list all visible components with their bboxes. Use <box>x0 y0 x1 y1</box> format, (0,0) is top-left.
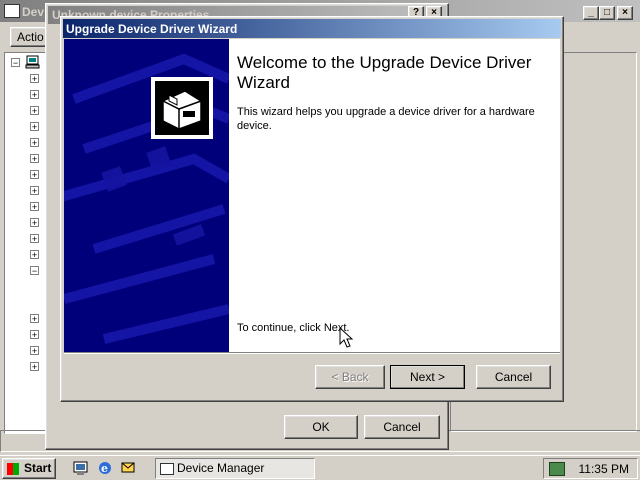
tree-expand-icon[interactable]: + <box>30 170 39 180</box>
tree-expand-icon[interactable]: + <box>30 74 39 84</box>
tree-expand-icon[interactable]: + <box>30 154 39 164</box>
driver-box-icon <box>151 77 213 139</box>
tree-expand-icon[interactable]: + <box>30 138 39 148</box>
tree-expand-icon[interactable]: + <box>30 362 39 372</box>
wizard-title: Upgrade Device Driver Wizard <box>66 22 238 36</box>
tree-expand-icon[interactable]: + <box>30 186 39 196</box>
cancel-button[interactable]: Cancel <box>364 415 440 439</box>
tree-expand-icon[interactable]: + <box>30 314 39 324</box>
tree-expand-icon[interactable]: + <box>30 218 39 228</box>
maximize-button[interactable]: □ <box>599 6 615 20</box>
mouse-cursor-icon <box>339 327 353 348</box>
windows-logo-icon <box>7 463 19 475</box>
wizard-watermark <box>64 39 229 352</box>
internet-explorer-icon[interactable]: e <box>97 460 113 476</box>
wizard-heading: Welcome to the Upgrade Device Driver Wiz… <box>237 53 532 92</box>
tree-expand-icon[interactable]: + <box>30 122 39 132</box>
wizard-content: Welcome to the Upgrade Device Driver Wiz… <box>229 39 560 352</box>
upgrade-driver-wizard: Upgrade Device Driver Wizard Welcome to … <box>60 16 564 402</box>
divider <box>64 352 560 354</box>
desktop-icon[interactable] <box>73 460 89 476</box>
start-button[interactable]: Start <box>2 458 56 479</box>
tree-expand-icon[interactable]: + <box>30 234 39 244</box>
ok-button[interactable]: OK <box>284 415 358 439</box>
tree-collapse-icon[interactable]: − <box>11 58 20 68</box>
tree-expand-icon[interactable]: + <box>30 250 39 260</box>
tree-expand-icon[interactable]: + <box>30 346 39 356</box>
tree-expand-icon[interactable]: + <box>30 202 39 212</box>
system-tray: 11:35 PM <box>543 458 638 479</box>
taskbar-device-manager[interactable]: Device Manager <box>155 458 315 479</box>
start-label: Start <box>24 461 52 475</box>
task-label: Device Manager <box>177 461 265 475</box>
tree-expand-icon[interactable]: + <box>30 90 39 100</box>
wizard-description: This wizard helps you upgrade a device d… <box>237 106 535 132</box>
minimize-button[interactable]: _ <box>583 6 599 20</box>
outlook-icon[interactable] <box>120 460 136 476</box>
computer-icon <box>25 55 40 69</box>
tree-expand-icon[interactable]: + <box>30 106 39 116</box>
svg-text:e: e <box>101 462 108 475</box>
next-button[interactable]: Next > <box>390 365 465 389</box>
computer-icon <box>4 4 20 18</box>
back-button[interactable]: < Back <box>315 365 385 389</box>
device-manager-title: Dev <box>22 5 45 19</box>
clock[interactable]: 11:35 PM <box>579 462 629 476</box>
network-icon[interactable] <box>549 462 565 476</box>
tree-collapse-icon[interactable]: − <box>30 266 39 276</box>
tree-expand-icon[interactable]: + <box>30 330 39 340</box>
taskbar: Start e Device Manager 11:35 PM <box>0 455 640 480</box>
close-button[interactable]: × <box>617 6 633 20</box>
device-tree[interactable]: − + + + + + + + + + + + + − + + + + <box>4 52 46 434</box>
cancel-button[interactable]: Cancel <box>476 365 551 389</box>
wizard-continue-text: To continue, click Next. <box>237 322 350 334</box>
computer-icon <box>160 463 174 475</box>
wizard-titlebar[interactable]: Upgrade Device Driver Wizard <box>63 19 561 38</box>
